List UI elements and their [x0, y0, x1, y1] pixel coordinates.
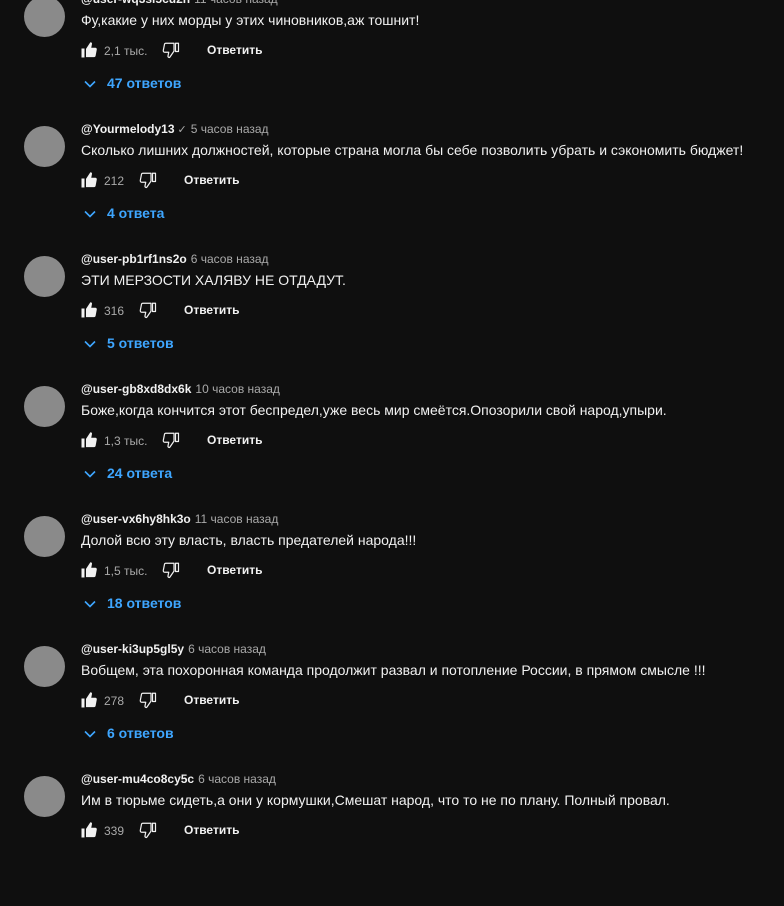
thumb-up-icon[interactable]: [80, 431, 98, 449]
comment-thread: @user-vx6hy8hk3o 11 часов назад Долой всю…: [0, 512, 784, 646]
comment-timestamp[interactable]: 6 часов назад: [188, 642, 266, 656]
comment-text: Фу,какие у них морды у этих чиновников,а…: [81, 12, 420, 28]
comment-author[interactable]: @user-pb1rf1ns2o: [81, 252, 187, 266]
avatar[interactable]: [24, 386, 65, 427]
check-icon: ✓: [177, 124, 187, 136]
avatar[interactable]: [24, 256, 65, 297]
view-replies-button[interactable]: 4 ответа: [84, 205, 164, 221]
like-count: 339: [104, 824, 125, 838]
like-count: 316: [104, 304, 125, 318]
thumb-down-icon[interactable]: [162, 561, 180, 579]
chevron-down-icon: [84, 600, 96, 608]
like-count: 1,3 тыс.: [104, 434, 148, 448]
view-replies-button[interactable]: 24 ответа: [84, 465, 172, 481]
view-replies-button[interactable]: 5 ответов: [84, 335, 174, 351]
reply-button[interactable]: Ответить: [184, 173, 239, 187]
comment-author[interactable]: @Yourmelody13: [81, 122, 175, 136]
like-count: 212: [104, 174, 125, 188]
comment-timestamp[interactable]: 5 часов назад: [191, 122, 269, 136]
comment-text: ЭТИ МЕРЗОСТИ ХАЛЯВУ НЕ ОТДАДУТ.: [81, 272, 346, 288]
replies-count: 24 ответа: [107, 465, 173, 481]
comment-author[interactable]: @user-ki3up5gl5y: [81, 642, 184, 656]
reply-button[interactable]: Ответить: [184, 823, 239, 837]
comment-timestamp[interactable]: 6 часов назад: [191, 252, 269, 266]
comment-timestamp[interactable]: 6 часов назад: [198, 772, 276, 786]
reply-button[interactable]: Ответить: [207, 433, 262, 447]
thumb-down-icon[interactable]: [162, 431, 180, 449]
comment-thread: @user-mu4co8cy5c 6 часов назад Им в тюрьм…: [0, 772, 784, 906]
thumb-down-icon[interactable]: [139, 821, 157, 839]
reply-button[interactable]: Ответить: [207, 563, 262, 577]
comment-author[interactable]: @user-gb8xd8dx6k: [81, 382, 191, 396]
reply-button[interactable]: Ответить: [184, 303, 239, 317]
comment-thread: @Yourmelody13 ✓ 5 часов назад Сколько лишн…: [0, 122, 784, 256]
view-replies-button[interactable]: 18 ответов: [84, 595, 181, 611]
avatar[interactable]: [24, 516, 65, 557]
thumb-down-icon[interactable]: [139, 171, 157, 189]
comment-thread: @user-gb8xd8dx6k 10 часов назад Боже,когд…: [0, 382, 784, 516]
comment-thread: @user-pb1rf1ns2o 6 часов назад ЭТИ МЕРЗОС…: [0, 252, 784, 386]
avatar[interactable]: [24, 0, 65, 37]
comment-text: Вобщем, эта похоронная команда продолжит…: [81, 662, 706, 678]
comment-header: @user-wq3si5cu2n 11 часов назад: [81, 0, 278, 6]
comment-author[interactable]: @user-mu4co8cy5c: [81, 772, 194, 786]
thumb-up-icon[interactable]: [80, 41, 98, 59]
replies-count: 47 ответов: [107, 75, 182, 91]
comment-header: @user-vx6hy8hk3o 11 часов назад: [81, 512, 278, 526]
thumb-up-icon[interactable]: [80, 821, 98, 839]
comment-header: @Yourmelody13 ✓ 5 часов назад: [81, 122, 269, 136]
avatar[interactable]: [24, 646, 65, 687]
thumb-up-icon[interactable]: [80, 561, 98, 579]
replies-count: 18 ответов: [107, 595, 182, 611]
comment-header: @user-ki3up5gl5y 6 часов назад: [81, 642, 266, 656]
comment-timestamp[interactable]: 10 часов назад: [195, 382, 279, 396]
thumb-down-icon[interactable]: [139, 301, 157, 319]
comment-text: Им в тюрьме сидеть,а они у кормушки,Смеш…: [81, 792, 670, 808]
replies-count: 6 ответов: [107, 725, 174, 741]
comment-text: Боже,когда кончится этот беспредел,уже в…: [81, 402, 667, 418]
thumb-up-icon[interactable]: [80, 171, 98, 189]
comment-header: @user-mu4co8cy5c 6 часов назад: [81, 772, 276, 786]
chevron-down-icon: [84, 730, 96, 738]
view-replies-button[interactable]: 47 ответов: [84, 75, 181, 91]
like-count: 278: [104, 694, 125, 708]
like-count: 2,1 тыс.: [104, 44, 148, 58]
chevron-down-icon: [84, 80, 96, 88]
reply-button[interactable]: Ответить: [207, 43, 262, 57]
comment-text: Долой всю эту власть, власть предателей …: [81, 532, 417, 548]
comment-text: Сколько лишних должностей, которые стран…: [81, 142, 744, 158]
replies-count: 4 ответа: [107, 205, 165, 221]
comment-thread: @user-ki3up5gl5y 6 часов назад Вобщем, эт…: [0, 642, 784, 776]
thumb-up-icon[interactable]: [80, 691, 98, 709]
avatar[interactable]: [24, 776, 65, 817]
thumb-up-icon[interactable]: [80, 301, 98, 319]
like-count: 1,5 тыс.: [104, 564, 148, 578]
comment-timestamp[interactable]: 11 часов назад: [195, 512, 279, 526]
avatar[interactable]: [24, 126, 65, 167]
comment-timestamp[interactable]: 11 часов назад: [194, 0, 278, 6]
comment-author[interactable]: @user-wq3si5cu2n: [81, 0, 190, 6]
replies-count: 5 ответов: [107, 335, 174, 351]
view-replies-button[interactable]: 6 ответов: [84, 725, 174, 741]
reply-button[interactable]: Ответить: [184, 693, 239, 707]
comment-header: @user-pb1rf1ns2o 6 часов назад: [81, 252, 269, 266]
thumb-down-icon[interactable]: [139, 691, 157, 709]
comment-header: @user-gb8xd8dx6k 10 часов назад: [81, 382, 280, 396]
thumb-down-icon[interactable]: [162, 41, 180, 59]
chevron-down-icon: [84, 340, 96, 348]
chevron-down-icon: [84, 210, 96, 218]
comment-thread: @user-wq3si5cu2n 11 часов назад Фу,какие …: [0, 0, 784, 126]
chevron-down-icon: [84, 470, 96, 478]
comment-author[interactable]: @user-vx6hy8hk3o: [81, 512, 191, 526]
